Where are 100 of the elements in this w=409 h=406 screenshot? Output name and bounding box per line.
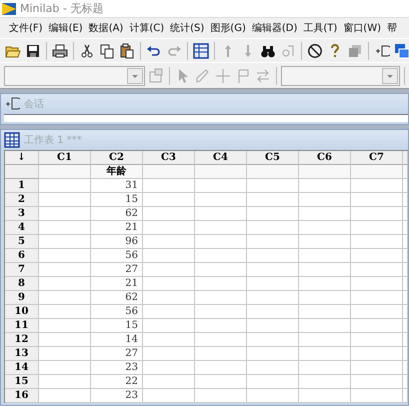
table-cell[interactable]: [247, 207, 299, 221]
table-cell[interactable]: [403, 375, 408, 389]
table-cell[interactable]: [39, 333, 91, 347]
table-cell[interactable]: [143, 277, 195, 291]
table-cell[interactable]: 23: [91, 389, 143, 403]
column-header[interactable]: C4: [195, 151, 247, 165]
table-cell[interactable]: [351, 249, 403, 263]
column-header[interactable]: C2: [91, 151, 143, 165]
brush-icon[interactable]: [195, 68, 211, 84]
table-cell[interactable]: [39, 193, 91, 207]
table-cell[interactable]: 15: [91, 319, 143, 333]
table-cell[interactable]: [143, 249, 195, 263]
row-number[interactable]: 1: [5, 179, 39, 193]
table-cell[interactable]: [403, 277, 408, 291]
table-cell[interactable]: [403, 179, 408, 193]
row-number[interactable]: 15: [5, 375, 39, 389]
column-name[interactable]: 年龄: [91, 165, 143, 179]
table-cell[interactable]: [39, 347, 91, 361]
table-cell[interactable]: [247, 291, 299, 305]
row-number[interactable]: 10: [5, 305, 39, 319]
table-cell[interactable]: [39, 207, 91, 221]
table-cell[interactable]: 96: [91, 235, 143, 249]
table-cell[interactable]: [39, 319, 91, 333]
column-name-cell[interactable]: [143, 165, 195, 179]
column-header[interactable]: C6: [299, 151, 351, 165]
table-cell[interactable]: [247, 305, 299, 319]
table-cell[interactable]: [195, 375, 247, 389]
row-number[interactable]: 9: [5, 291, 39, 305]
menu-item[interactable]: 编辑(E): [46, 21, 86, 35]
table-cell[interactable]: [143, 305, 195, 319]
table-cell[interactable]: [143, 179, 195, 193]
project-icon[interactable]: [347, 42, 363, 58]
table-cell[interactable]: [195, 347, 247, 361]
table-cell[interactable]: [299, 389, 351, 403]
table-cell[interactable]: [247, 221, 299, 235]
table-cell[interactable]: [143, 347, 195, 361]
table-cell[interactable]: [143, 319, 195, 333]
row-number[interactable]: 6: [5, 249, 39, 263]
table-cell[interactable]: [351, 333, 403, 347]
table-cell[interactable]: [299, 333, 351, 347]
table-cell[interactable]: [195, 305, 247, 319]
table-cell[interactable]: [39, 249, 91, 263]
table-cell[interactable]: [195, 389, 247, 403]
save-icon[interactable]: [25, 42, 41, 58]
table-cell[interactable]: [299, 207, 351, 221]
table-cell[interactable]: 22: [91, 375, 143, 389]
table-cell[interactable]: [299, 291, 351, 305]
table-cell[interactable]: [195, 193, 247, 207]
table-cell[interactable]: [143, 263, 195, 277]
row-number[interactable]: 3: [5, 207, 39, 221]
table-cell[interactable]: [39, 179, 91, 193]
column-header[interactable]: C1: [39, 151, 91, 165]
table-cell[interactable]: [247, 277, 299, 291]
menu-item[interactable]: 编辑器(D): [248, 21, 300, 35]
table-cell[interactable]: [403, 221, 408, 235]
row-number[interactable]: 2: [5, 193, 39, 207]
table-cell[interactable]: [351, 347, 403, 361]
table-cell[interactable]: 15: [91, 193, 143, 207]
column-name-cell[interactable]: [247, 165, 299, 179]
table-cell[interactable]: [351, 375, 403, 389]
table-cell[interactable]: [39, 305, 91, 319]
menu-item[interactable]: 工具(T): [300, 21, 340, 35]
table-cell[interactable]: [39, 375, 91, 389]
menu-item[interactable]: 数据(A): [86, 21, 126, 35]
table-cell[interactable]: [403, 361, 408, 375]
column-name-cell[interactable]: [39, 165, 91, 179]
cut-icon[interactable]: [79, 42, 95, 58]
table-cell[interactable]: [143, 221, 195, 235]
column-name-cell[interactable]: [403, 165, 408, 179]
menu-item[interactable]: 图形(G): [207, 21, 249, 35]
table-cell[interactable]: 31: [91, 179, 143, 193]
no-sign-icon[interactable]: [307, 42, 323, 58]
menu-item[interactable]: 计算(C): [126, 21, 168, 35]
table-cell[interactable]: [299, 375, 351, 389]
table-cell[interactable]: [143, 389, 195, 403]
table-cell[interactable]: [143, 207, 195, 221]
table-cell[interactable]: 62: [91, 291, 143, 305]
table-cell[interactable]: [247, 263, 299, 277]
session-icon[interactable]: [374, 42, 390, 58]
column-name-cell[interactable]: [299, 165, 351, 179]
table-cell[interactable]: [247, 347, 299, 361]
table-cell[interactable]: [195, 277, 247, 291]
table-cell[interactable]: [195, 361, 247, 375]
table-cell[interactable]: [143, 235, 195, 249]
table-cell[interactable]: [403, 193, 408, 207]
print-icon[interactable]: [52, 42, 68, 58]
table-cell[interactable]: [403, 347, 408, 361]
menu-item[interactable]: 帮: [384, 21, 400, 35]
table-cell[interactable]: [247, 249, 299, 263]
row-number[interactable]: 13: [5, 347, 39, 361]
table-cell[interactable]: 56: [91, 249, 143, 263]
table-cell[interactable]: [299, 193, 351, 207]
table-cell[interactable]: [351, 291, 403, 305]
table-cell[interactable]: [351, 221, 403, 235]
worksheet-icon[interactable]: [193, 42, 209, 58]
table-cell[interactable]: [39, 263, 91, 277]
table-cell[interactable]: 21: [91, 277, 143, 291]
table-cell[interactable]: [195, 235, 247, 249]
paste-icon[interactable]: [119, 42, 135, 58]
row-number[interactable]: 11: [5, 319, 39, 333]
